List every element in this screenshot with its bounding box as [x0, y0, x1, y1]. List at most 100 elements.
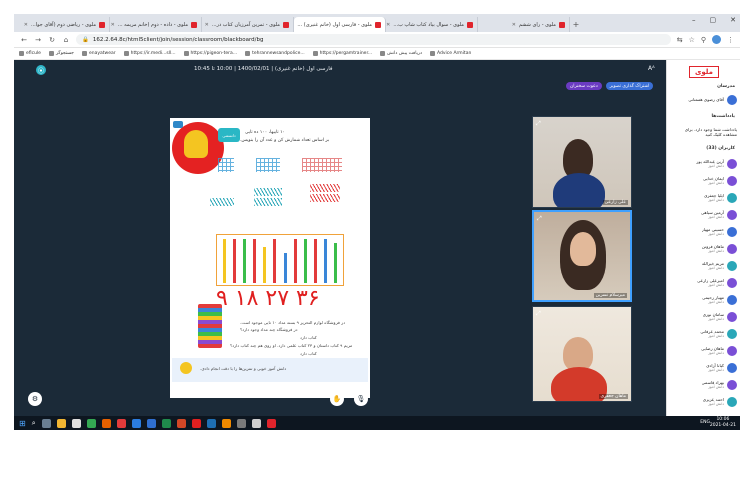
close-tab-icon[interactable]: ✕: [24, 22, 28, 28]
settings-icon[interactable]: ⚙: [28, 392, 42, 406]
powerpoint-icon[interactable]: [176, 418, 186, 428]
user-item[interactable]: ماهان فروتن دانش آموز: [671, 241, 737, 257]
user-item[interactable]: امیرعلی زارعی دانش آموز: [671, 275, 737, 291]
notes-item[interactable]: یادداشت شما وجود دارد. برای مشاهده کلیک …: [671, 122, 737, 142]
vlc-icon[interactable]: [221, 418, 231, 428]
record-button[interactable]: ⦿: [36, 65, 46, 75]
user-role: دانش آموز: [708, 402, 724, 407]
system-clock[interactable]: 10:06 2021-04-21: [710, 417, 736, 429]
app-icon[interactable]: [266, 418, 276, 428]
search-icon[interactable]: ⌕: [32, 419, 36, 428]
browser-tab[interactable]: ملوی - رای ششم ✕: [478, 17, 570, 32]
browser-tab[interactable]: ملوی - تمرین آمرزیان کتاب در... ✕: [202, 17, 294, 32]
video-tile-active[interactable]: ⤢ میرسلام نسرین: [532, 210, 632, 302]
url-field[interactable]: 🔒 162.2.64.8c/html5client/join/session/c…: [76, 34, 671, 45]
close-window-icon[interactable]: ✕: [730, 16, 736, 24]
user-item[interactable]: بهراد قاسمی دانش آموز: [671, 377, 737, 393]
user-item[interactable]: آرمین سیاهی دانش آموز: [671, 207, 737, 223]
avatar: [727, 210, 737, 220]
bookmark[interactable]: eflcule: [19, 51, 41, 56]
home-icon[interactable]: ⌂: [62, 36, 70, 44]
maximize-icon[interactable]: ▢: [710, 16, 717, 24]
user-item[interactable]: مریم خیرالله دانش آموز: [671, 258, 737, 274]
profile-avatar[interactable]: [712, 35, 721, 44]
video-tile[interactable]: ⤢ علی زارعی: [532, 116, 632, 208]
excel-icon[interactable]: [161, 418, 171, 428]
close-tab-icon[interactable]: ✕: [205, 22, 209, 28]
screen: ملوی - ریاضی دوم (آقای جوا... ✕ ملوی - دا…: [14, 14, 740, 430]
app-icon[interactable]: [116, 418, 126, 428]
handwritten-answers: ۹ ۱۸ ۲۷ ۳۶: [216, 286, 320, 311]
pdf-icon[interactable]: [191, 418, 201, 428]
worksheet-title: ۱۰ تاییها، ۱۰۰ ده تایی: [245, 130, 285, 135]
menu-icon[interactable]: ⋮: [727, 36, 734, 44]
chrome-icon[interactable]: [86, 418, 96, 428]
star-icon[interactable]: ☆: [689, 36, 695, 44]
user-item[interactable]: سامان نوری دانش آموز: [671, 309, 737, 325]
firefox-icon[interactable]: [101, 418, 111, 428]
user-item[interactable]: کیانا آزادی دانش آموز: [671, 360, 737, 376]
mascot-image: [184, 130, 208, 158]
word-icon[interactable]: [146, 418, 156, 428]
translate-icon[interactable]: ⇆: [677, 36, 683, 44]
tab-label: ملوی - سوال بیاد کتاب شاپ ب...: [393, 21, 464, 28]
start-icon[interactable]: ⊞: [19, 419, 26, 428]
user-role: دانش آموز: [708, 181, 724, 186]
forward-icon[interactable]: →: [34, 36, 42, 44]
expand-icon[interactable]: ⤢: [536, 120, 541, 128]
bookmark[interactable]: https://pigeon-tera...: [183, 51, 237, 56]
bookmark[interactable]: دریافت پیش دانش: [380, 51, 422, 56]
whiteboard[interactable]: دانستنی ۱۰ تاییها، ۱۰۰ ده تایی بر اساس ت…: [170, 118, 370, 398]
bookmark[interactable]: tehrannewsandpolice...: [245, 51, 305, 56]
user-item[interactable]: ایمان خدایی دانش آموز: [671, 173, 737, 189]
close-tab-icon[interactable]: ✕: [512, 22, 516, 28]
app-icon[interactable]: [131, 418, 141, 428]
bookmark[interactable]: https://pergamtrainer...: [312, 51, 372, 56]
user-name: امیرعلی زارعی دانش آموز: [697, 278, 724, 288]
user-name: مریم خیرالله دانش آموز: [702, 261, 724, 271]
browser-tab[interactable]: ملوی - ریاضی دوم (آقای جوا... ✕: [18, 17, 110, 32]
user-item[interactable]: محمد عرفانی دانش آموز: [671, 326, 737, 342]
user-item[interactable]: آرین عبدالله پور دانش آموز: [671, 156, 737, 172]
expand-icon[interactable]: ⤢: [537, 215, 542, 223]
board-menu-button[interactable]: [173, 121, 183, 128]
user-item[interactable]: احمد عزیزی دانش آموز: [671, 394, 737, 410]
video-tile[interactable]: ⤢ ماهان جعفری: [532, 306, 632, 402]
app-icon[interactable]: [236, 418, 246, 428]
teacher-item[interactable]: آقای رضوی هممتانی: [671, 92, 737, 108]
bookmark[interactable]: https://ir.medi...sll...: [123, 51, 176, 56]
minimize-icon[interactable]: –: [692, 16, 696, 24]
app-icon[interactable]: [206, 418, 216, 428]
bookmark[interactable]: enayatwear: [81, 51, 116, 56]
bookmark-icon: [123, 51, 129, 56]
hand-raise-icon[interactable]: ✋: [330, 392, 344, 406]
browser-tab[interactable]: ملوی - داده - دوم (خانم مریمه ... ✕: [110, 17, 202, 32]
share-screen-button[interactable]: اشتراک گذاری تصویر: [605, 82, 654, 90]
task-view-icon[interactable]: [41, 418, 51, 428]
extensions-icon[interactable]: ⚲: [701, 36, 706, 44]
new-tab-icon[interactable]: +: [570, 17, 582, 32]
language-indicator[interactable]: ENG: [700, 420, 710, 425]
user-item[interactable]: حسینی مهیار دانش آموز: [671, 224, 737, 240]
user-item[interactable]: مهیار رحیمی دانش آموز: [671, 292, 737, 308]
browser-tab[interactable]: ملوی - سوال بیاد کتاب شاپ ب... ✕: [386, 17, 478, 32]
avatar: [727, 397, 737, 407]
close-tab-icon[interactable]: ✕: [386, 22, 390, 28]
user-item[interactable]: ماهان رضایی دانش آموز: [671, 343, 737, 359]
store-icon[interactable]: [71, 418, 81, 428]
site-favicon-icon: [283, 21, 289, 28]
file-explorer-icon[interactable]: [56, 418, 66, 428]
font-size-toggle[interactable]: Aᴬ: [648, 65, 655, 72]
back-icon[interactable]: ←: [20, 36, 28, 44]
invite-speaker-button[interactable]: دعوت سخنران: [566, 82, 602, 90]
expand-icon[interactable]: ⤢: [536, 310, 541, 318]
browser-tab-active[interactable]: ملوی - فارسی اول (خانم غنیری) ...✕: [294, 17, 386, 32]
app-icon[interactable]: [251, 418, 261, 428]
mic-off-icon[interactable]: 🎙: [354, 392, 368, 406]
bookmark[interactable]: Advice Armitan: [430, 51, 471, 56]
avatar: [727, 278, 737, 288]
close-tab-icon[interactable]: ✕: [111, 22, 115, 28]
reload-icon[interactable]: ↻: [48, 36, 56, 44]
user-item[interactable]: ایلیا جعفری دانش آموز: [671, 190, 737, 206]
bookmark[interactable]: جستجوگر: [48, 51, 74, 56]
